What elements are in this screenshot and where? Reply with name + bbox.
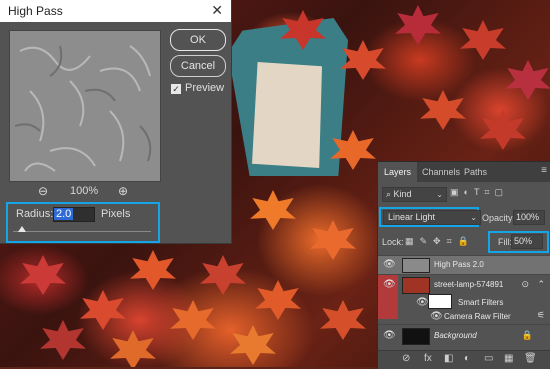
layer-high-pass[interactable]: 👁 High Pass 2.0 xyxy=(378,255,550,274)
panel-menu-icon[interactable]: ≡ xyxy=(541,165,547,176)
expand-icon[interactable]: ⌃ xyxy=(537,279,545,290)
leaf xyxy=(230,325,276,365)
layer-background[interactable]: 👁 Background 🔒 xyxy=(378,324,550,347)
filter-kind-value: Kind xyxy=(393,189,412,199)
zoom-level: 100% xyxy=(70,185,99,197)
opacity-input[interactable]: 100% xyxy=(513,210,545,225)
fill-input[interactable]: 50% xyxy=(511,234,543,249)
eye-icon[interactable]: 👁 xyxy=(383,330,396,341)
layers-panel: Layers Channels Paths ≡ ⌕ Kind ⌄ ▣◐T⌗▢ Li… xyxy=(377,161,550,369)
layer-thumbnail xyxy=(402,328,430,345)
fx-icon[interactable]: fx xyxy=(424,353,432,364)
filter-mask-thumbnail xyxy=(428,294,452,309)
layer-name: Camera Raw Filter xyxy=(444,312,511,321)
layer-name: street-lamp-574891 xyxy=(434,280,504,289)
close-icon[interactable]: ✕ xyxy=(211,2,223,19)
new-group-icon[interactable]: ▭ xyxy=(484,353,493,364)
lock-icon: 🔒 xyxy=(521,330,533,340)
tab-layers[interactable]: Layers xyxy=(378,162,418,182)
fill-value: 50% xyxy=(514,236,533,246)
radius-slider-track[interactable] xyxy=(13,231,151,232)
lock-row: Lock: ▦✎✥⌗🔒 Fill: 50% xyxy=(378,231,550,253)
fill-label: Fill: xyxy=(498,237,512,247)
high-pass-dialog: High Pass ✕ ⊖ 100% ⊕ OK Cancel ✓ Preview … xyxy=(0,0,232,244)
radius-slider-thumb[interactable] xyxy=(18,226,26,232)
leaf xyxy=(420,90,466,130)
dialog-titlebar[interactable]: High Pass ✕ xyxy=(0,0,231,22)
preview-label: Preview xyxy=(185,82,225,94)
eye-icon[interactable]: 👁 xyxy=(416,297,429,308)
leaf xyxy=(255,280,301,320)
zoom-out-icon[interactable]: ⊖ xyxy=(38,184,48,198)
filter-options-icon[interactable]: ⚟ xyxy=(537,310,545,321)
leaf xyxy=(170,300,216,340)
radius-label: Radius: xyxy=(16,208,54,220)
zoom-in-icon[interactable]: ⊕ xyxy=(118,184,128,198)
search-icon: ⌕ xyxy=(386,189,394,199)
leaf xyxy=(20,255,66,295)
new-layer-icon[interactable]: ▦ xyxy=(504,353,513,364)
leaf xyxy=(320,300,366,340)
filter-row: ⌕ Kind ⌄ ▣◐T⌗▢ xyxy=(378,185,550,203)
chevron-down-icon: ⌄ xyxy=(436,190,443,199)
leaf xyxy=(310,220,356,260)
opacity-label: Opacity: xyxy=(482,213,516,223)
preview-checkbox[interactable]: ✓ Preview xyxy=(171,82,224,94)
cancel-button[interactable]: Cancel xyxy=(170,55,226,77)
opacity-value: 100% xyxy=(516,212,540,222)
filter-kind-select[interactable]: ⌕ Kind ⌄ xyxy=(382,187,447,202)
radius-value[interactable]: 2.0 xyxy=(54,208,74,220)
lock-icons[interactable]: ▦✎✥⌗🔒 xyxy=(405,236,475,247)
leaf xyxy=(110,330,156,367)
eye-icon[interactable]: 👁 xyxy=(383,259,396,270)
smart-object-icon: ⊙ xyxy=(521,279,529,289)
blend-row: Linear Light ⌄ Opacity: 100% xyxy=(378,207,550,229)
eye-icon[interactable]: 👁 xyxy=(383,279,396,290)
blend-mode-select[interactable]: Linear Light ⌄ xyxy=(383,210,481,225)
layers-bottom-toolbar: ⊘ fx ◧ ◐ ▭ ▦ 🗑 xyxy=(378,350,550,369)
panel-tabs: Layers Channels Paths ≡ xyxy=(378,162,550,182)
dialog-title: High Pass xyxy=(8,4,63,18)
ok-button[interactable]: OK xyxy=(170,29,226,51)
checkmark-icon[interactable]: ✓ xyxy=(171,84,181,94)
tab-channels[interactable]: Channels xyxy=(422,162,460,182)
layer-street-lamp[interactable]: 👁 street-lamp-574891 ⊙ ⌃ xyxy=(378,274,550,295)
link-layers-icon[interactable]: ⊘ xyxy=(402,353,410,364)
layer-camera-raw-filter[interactable]: 👁 Camera Raw Filter ⚟ xyxy=(378,310,550,322)
layer-name: Smart Filters xyxy=(458,298,504,307)
leaf xyxy=(80,290,126,330)
leaf xyxy=(480,110,526,150)
layer-name: High Pass 2.0 xyxy=(434,260,484,269)
leaf xyxy=(40,320,86,360)
chevron-down-icon: ⌄ xyxy=(470,213,477,222)
layer-smart-filters[interactable]: 👁 Smart Filters xyxy=(378,294,550,309)
filter-preview[interactable] xyxy=(9,30,161,182)
leaf xyxy=(395,5,441,45)
tab-paths[interactable]: Paths xyxy=(464,162,487,182)
zoom-controls: ⊖ 100% ⊕ xyxy=(30,184,140,199)
blend-mode-value: Linear Light xyxy=(388,212,436,222)
trash-icon[interactable]: 🗑 xyxy=(524,353,537,364)
layer-name: Background xyxy=(434,331,477,340)
leaf xyxy=(460,20,506,60)
adjustment-layer-icon[interactable]: ◐ xyxy=(464,353,470,364)
eye-icon[interactable]: 👁 xyxy=(430,311,443,322)
radius-unit: Pixels xyxy=(101,208,131,220)
add-mask-icon[interactable]: ◧ xyxy=(444,353,453,364)
leaf xyxy=(130,250,176,290)
radius-control-highlight: Radius: 2.0 Pixels xyxy=(6,202,160,243)
preview-texture xyxy=(14,45,152,172)
layer-thumbnail xyxy=(402,277,430,294)
radius-input[interactable]: 2.0 xyxy=(53,207,95,222)
lamp-glass xyxy=(252,62,322,168)
lock-label: Lock: xyxy=(382,237,404,247)
leaf xyxy=(505,60,550,100)
leaf xyxy=(200,255,246,295)
leaf xyxy=(250,190,296,230)
layer-thumbnail xyxy=(402,258,430,273)
filter-type-icons[interactable]: ▣◐T⌗▢ xyxy=(450,187,508,198)
